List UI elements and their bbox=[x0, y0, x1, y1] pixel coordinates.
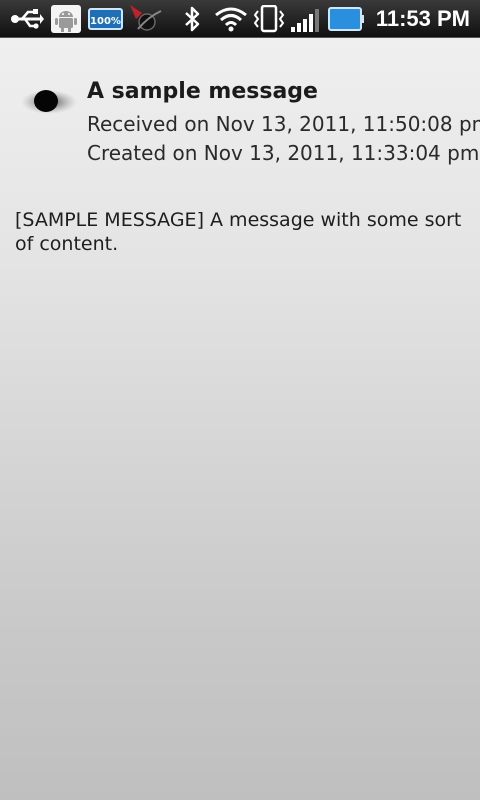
bluetooth-icon bbox=[182, 5, 204, 33]
status-bar[interactable]: 100% 11:53 PM bbox=[0, 0, 480, 38]
status-time: 11:53 PM bbox=[375, 6, 470, 31]
message-received-date: Received on Nov 13, 2011, 11:50:08 pm bbox=[87, 112, 480, 136]
android-debug-icon bbox=[50, 5, 82, 33]
navigation-app-icon bbox=[128, 5, 162, 33]
battery-icon bbox=[328, 5, 364, 33]
battery-100-percent-icon: 100% bbox=[88, 5, 124, 33]
message-icon bbox=[20, 82, 78, 122]
vibrate-icon bbox=[252, 5, 286, 33]
wifi-icon bbox=[214, 5, 248, 33]
message-body: [SAMPLE MESSAGE] A message with some sor… bbox=[15, 209, 462, 255]
message-title: A sample message bbox=[87, 79, 318, 104]
usb-icon bbox=[10, 5, 44, 33]
signal-icon bbox=[290, 5, 326, 33]
message-created-date: Created on Nov 13, 2011, 11:33:04 pm bbox=[87, 141, 480, 165]
battery-badge-text: 100% bbox=[90, 16, 121, 27]
